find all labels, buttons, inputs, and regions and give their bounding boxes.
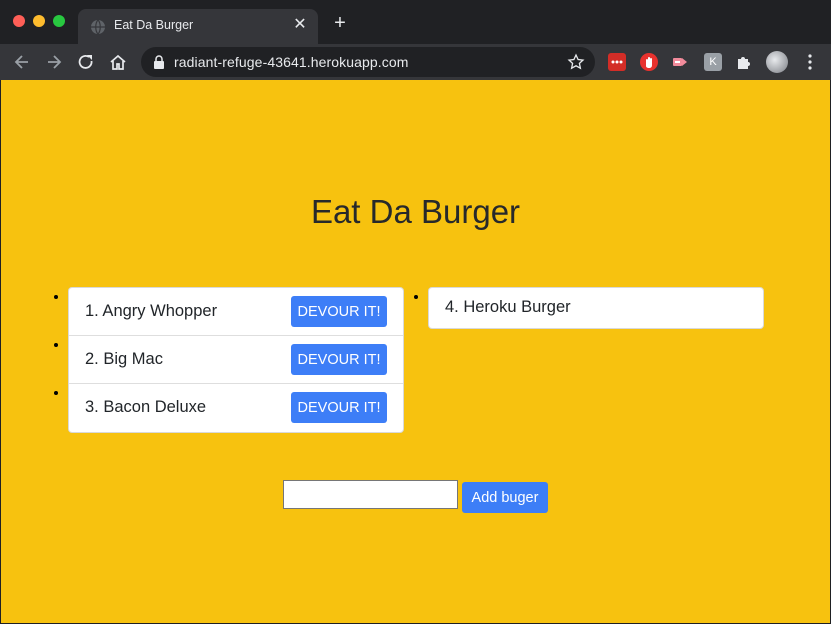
uneaten-burger-list: 1. Angry Whopper DEVOUR IT! 2. Big Mac D…: [68, 287, 404, 433]
tab-title: Eat Da Burger: [114, 18, 194, 32]
lastpass-icon[interactable]: [608, 53, 626, 71]
extensions-puzzle-icon[interactable]: [735, 53, 753, 71]
burger-list-item: 2. Big Mac DEVOUR IT!: [69, 336, 403, 384]
devoured-burger-item: 4. Heroku Burger: [429, 288, 763, 328]
back-icon[interactable]: [12, 52, 32, 72]
pink-arrow-extension-icon[interactable]: [671, 53, 689, 71]
new-tab-button[interactable]: +: [330, 13, 350, 33]
devour-button[interactable]: DEVOUR IT!: [291, 296, 387, 327]
forward-icon[interactable]: [44, 52, 64, 72]
close-tab-icon[interactable]: ✕: [290, 15, 310, 35]
minimize-window-button[interactable]: [33, 15, 45, 27]
k-extension-icon[interactable]: K: [704, 53, 722, 71]
burger-name: 2. Big Mac: [85, 350, 163, 368]
globe-icon: [90, 19, 106, 35]
page-title: Eat Da Burger: [310, 193, 521, 230]
burger-name-input[interactable]: [283, 480, 458, 509]
adblock-icon[interactable]: [640, 53, 658, 71]
burger-name: 1. Angry Whopper: [85, 302, 218, 320]
devour-button[interactable]: DEVOUR IT!: [291, 344, 387, 375]
devoured-burger-list: 4. Heroku Burger: [428, 287, 764, 329]
home-icon[interactable]: [108, 52, 128, 72]
burger-name: 4. Heroku Burger: [445, 298, 571, 316]
page-content: Eat Da Burger 1. Angry Whopper DEVOUR IT…: [1, 80, 830, 623]
burger-list-item: 1. Angry Whopper DEVOUR IT!: [69, 288, 403, 336]
url-text[interactable]: radiant-refuge-43641.herokuapp.com: [174, 54, 409, 70]
burger-list-item: 3. Bacon Deluxe DEVOUR IT!: [69, 384, 403, 432]
browser-tab-strip: Eat Da Burger ✕ +: [0, 0, 831, 44]
browser-tab[interactable]: Eat Da Burger ✕: [78, 9, 318, 44]
lock-icon[interactable]: [153, 55, 165, 69]
maximize-window-button[interactable]: [53, 15, 65, 27]
devour-button[interactable]: DEVOUR IT!: [291, 392, 387, 423]
bookmark-star-icon[interactable]: [567, 53, 585, 71]
burger-name: 3. Bacon Deluxe: [85, 398, 207, 416]
browser-toolbar: radiant-refuge-43641.herokuapp.com K: [0, 44, 831, 80]
address-bar[interactable]: radiant-refuge-43641.herokuapp.com: [141, 47, 595, 77]
profile-avatar[interactable]: [766, 51, 788, 73]
more-menu-icon[interactable]: [800, 52, 820, 72]
reload-icon[interactable]: [76, 52, 96, 72]
close-window-button[interactable]: [13, 15, 25, 27]
add-burger-button[interactable]: Add buger: [462, 482, 548, 513]
